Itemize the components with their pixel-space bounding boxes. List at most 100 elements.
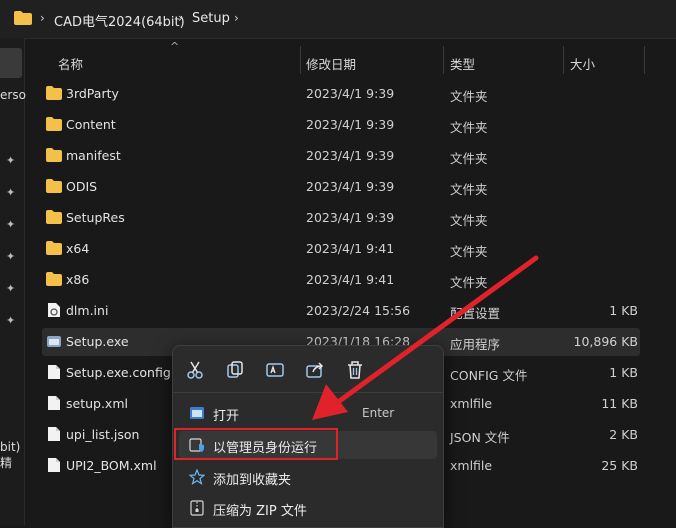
pin-icon: ✦: [6, 250, 16, 263]
file-type: 文件夹: [450, 89, 488, 104]
column-divider[interactable]: [300, 46, 301, 74]
file-type: xmlfile: [450, 458, 493, 473]
nav-selected-item[interactable]: [0, 48, 22, 78]
file-date: 2023/2/24 15:56: [306, 303, 411, 318]
file-row[interactable]: dlm.ini 2023/2/24 15:56 配置设置 1 KB: [42, 297, 640, 325]
file-type: 文件夹: [450, 182, 488, 197]
file-type: xmlfile: [450, 396, 493, 411]
breadcrumb-item[interactable]: CAD电气2024(64bit): [54, 11, 185, 30]
navigation-pane[interactable]: erso ✦ ✦ ✦ ✦ ✦ ✦ bit)精: [0, 38, 26, 526]
file-icon: [48, 427, 60, 441]
pin-icon: ✦: [6, 186, 16, 199]
menu-item-compress-zip[interactable]: 压缩为 ZIP 文件: [179, 494, 437, 522]
file-name: Content: [66, 117, 116, 132]
file-name: Setup.exe: [66, 334, 129, 349]
chevron-right-icon[interactable]: ›: [178, 11, 183, 25]
file-icon: [48, 365, 60, 379]
file-row[interactable]: Content 2023/4/1 9:39 文件夹: [42, 111, 640, 139]
folder-icon: [14, 11, 32, 25]
file-type: JSON 文件: [450, 430, 510, 445]
share-icon[interactable]: [303, 358, 327, 382]
menu-shortcut: Enter: [362, 406, 395, 420]
folder-icon: [46, 86, 62, 100]
chevron-right-icon[interactable]: ›: [40, 11, 45, 25]
highlight-box: [174, 428, 338, 460]
column-divider[interactable]: [644, 46, 645, 74]
menu-item-add-favorites[interactable]: 添加到收藏夹: [179, 463, 437, 491]
address-bar[interactable]: › CAD电气2024(64bit) › Setup ›: [0, 0, 676, 39]
cut-icon[interactable]: [183, 358, 207, 382]
column-header-name[interactable]: 名称: [58, 54, 83, 73]
file-type: 文件夹: [450, 151, 488, 166]
file-name: 3rdParty: [66, 86, 119, 101]
exe-icon: [47, 336, 61, 347]
rename-icon[interactable]: [263, 358, 287, 382]
chevron-right-icon[interactable]: ›: [234, 11, 239, 25]
file-name: dlm.ini: [66, 303, 109, 318]
nav-item-label[interactable]: erso: [0, 88, 26, 102]
folder-icon: [46, 179, 62, 193]
file-name: manifest: [66, 148, 121, 163]
column-header-size[interactable]: 大小: [570, 54, 595, 73]
file-row[interactable]: SetupRes 2023/4/1 9:39 文件夹: [42, 204, 640, 232]
delete-icon[interactable]: [343, 358, 367, 382]
folder-icon: [46, 210, 62, 224]
file-name: upi_list.json: [66, 427, 140, 442]
folder-icon: [46, 148, 62, 162]
menu-item-label: 添加到收藏夹: [213, 473, 292, 488]
file-date: 2023/4/1 9:39: [306, 117, 395, 132]
file-row[interactable]: x86 2023/4/1 9:41 文件夹: [42, 266, 640, 294]
file-size: 11 KB: [601, 396, 638, 411]
star-icon: [189, 469, 205, 485]
open-app-icon: [190, 407, 204, 419]
menu-item-label: 压缩为 ZIP 文件: [213, 504, 307, 519]
file-icon: [48, 396, 60, 410]
folder-icon: [46, 272, 62, 286]
copy-icon[interactable]: [223, 358, 247, 382]
file-name: x64: [66, 241, 90, 256]
file-name: UPI2_BOM.xml: [66, 458, 157, 473]
file-row[interactable]: x64 2023/4/1 9:41 文件夹: [42, 235, 640, 263]
file-size: 25 KB: [601, 458, 638, 473]
file-type: 文件夹: [450, 275, 488, 290]
file-size: 10,896 KB: [573, 334, 638, 349]
nav-item-label[interactable]: bit)精: [0, 440, 24, 471]
file-type: 配置设置: [450, 306, 501, 321]
file-size: 2 KB: [609, 427, 638, 442]
column-header-type[interactable]: 类型: [450, 54, 475, 73]
file-type: 文件夹: [450, 120, 488, 135]
file-date: 2023/4/1 9:41: [306, 272, 395, 287]
file-name: Setup.exe.config: [66, 365, 171, 380]
file-size: 1 KB: [609, 365, 638, 380]
file-size: 1 KB: [609, 303, 638, 318]
menu-divider: [173, 392, 443, 393]
pin-icon: ✦: [6, 314, 16, 327]
file-date: 2023/4/1 9:39: [306, 210, 395, 225]
file-row[interactable]: manifest 2023/4/1 9:39 文件夹: [42, 142, 640, 170]
column-divider[interactable]: [563, 46, 564, 74]
file-row[interactable]: 3rdParty 2023/4/1 9:39 文件夹: [42, 80, 640, 108]
pin-icon: ✦: [6, 282, 16, 295]
settings-file-icon: [48, 303, 60, 317]
file-date: 2023/4/1 9:39: [306, 148, 395, 163]
menu-item-open[interactable]: 打开 Enter: [179, 399, 437, 427]
column-divider[interactable]: [443, 46, 444, 74]
file-name: x86: [66, 272, 90, 287]
file-row[interactable]: ODIS 2023/4/1 9:39 文件夹: [42, 173, 640, 201]
zip-icon: [190, 500, 204, 516]
file-type: CONFIG 文件: [450, 368, 528, 383]
menu-item-label: 打开: [213, 409, 240, 424]
breadcrumb-item[interactable]: Setup: [192, 11, 230, 26]
folder-icon: [46, 241, 62, 255]
file-name: SetupRes: [66, 210, 125, 225]
pin-icon: ✦: [6, 154, 16, 167]
folder-icon: [46, 117, 62, 131]
file-date: 2023/4/1 9:41: [306, 241, 395, 256]
column-header-date[interactable]: 修改日期: [306, 54, 356, 73]
sort-ascending-icon: ^: [170, 40, 180, 53]
file-name: setup.xml: [66, 396, 128, 411]
file-name: ODIS: [66, 179, 98, 194]
pin-icon: ✦: [6, 218, 16, 231]
file-date: 2023/4/1 9:39: [306, 179, 395, 194]
file-type: 文件夹: [450, 213, 488, 228]
